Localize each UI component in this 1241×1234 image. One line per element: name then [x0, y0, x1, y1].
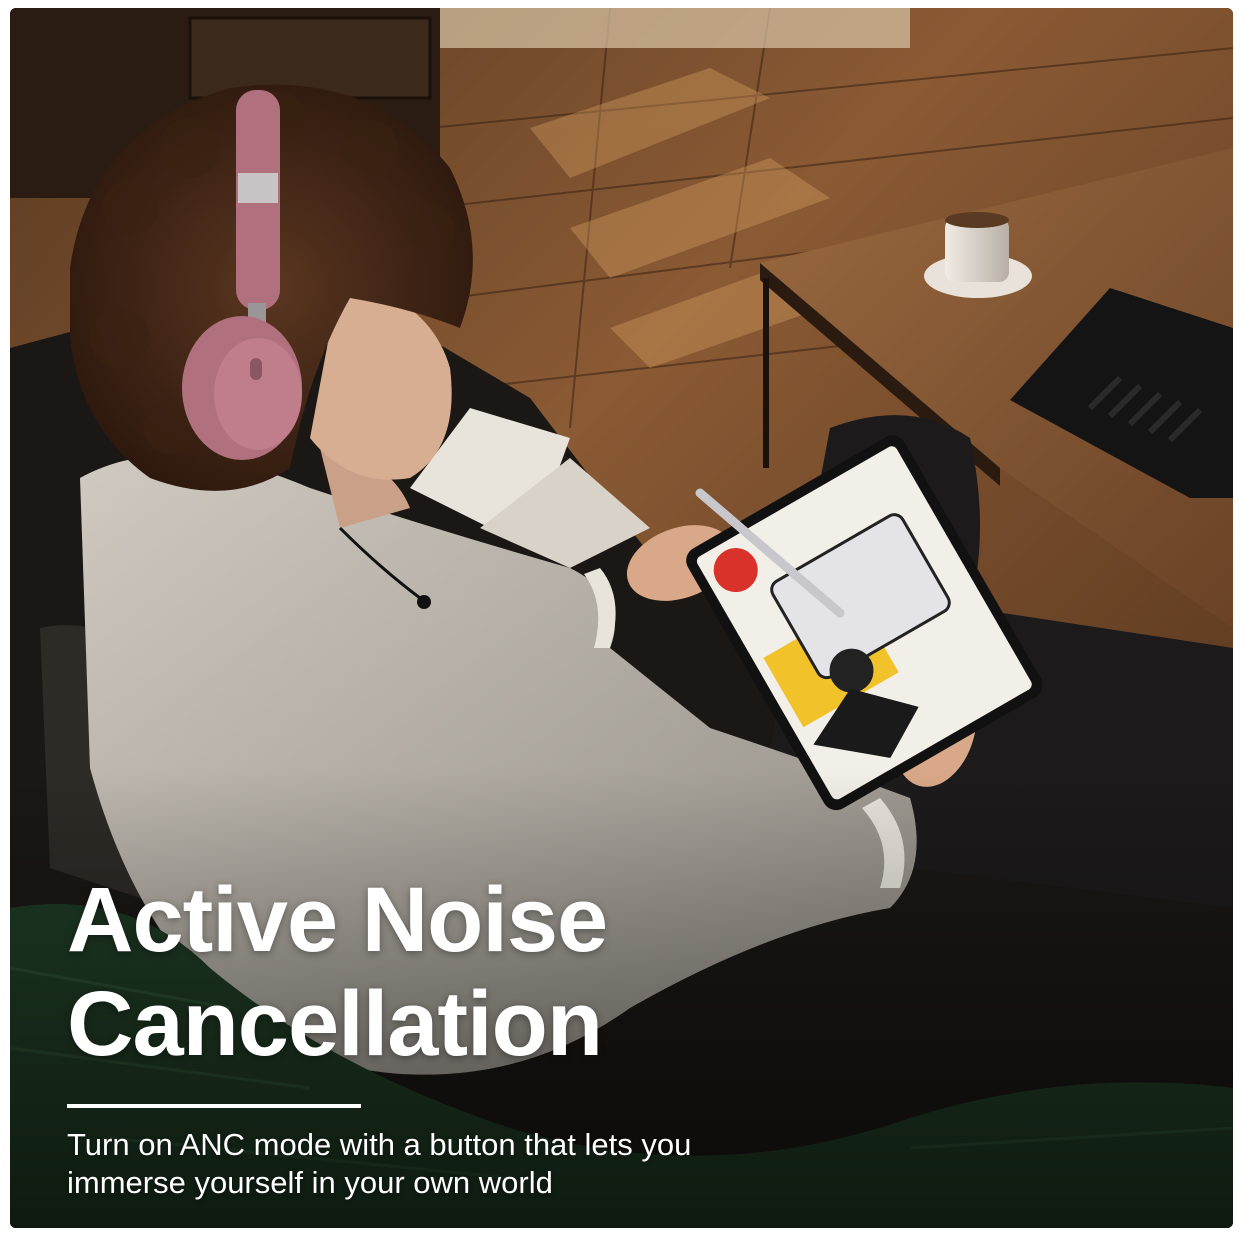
earphone-tip: [417, 595, 431, 609]
subheadline: Turn on ANC mode with a button that lets…: [67, 1126, 787, 1202]
headline: Active Noise Cancellation: [67, 868, 967, 1076]
cabinet-panel: [188, 16, 432, 100]
subheadline-line-2: immerse yourself in your own world: [67, 1165, 553, 1200]
headphone-earcup-face: [214, 338, 302, 450]
headphone-slider: [238, 173, 278, 203]
product-banner: Active Noise Cancellation Turn on ANC mo…: [10, 8, 1233, 1228]
anc-button: [250, 358, 262, 380]
divider-line: [67, 1104, 361, 1108]
feature-copy: Active Noise Cancellation Turn on ANC mo…: [67, 868, 967, 1202]
headline-line-1: Active Noise: [67, 869, 608, 971]
headline-line-2: Cancellation: [67, 973, 603, 1075]
subheadline-line-1: Turn on ANC mode with a button that lets…: [67, 1127, 692, 1162]
window: [440, 8, 910, 48]
cup-rim: [945, 212, 1009, 228]
